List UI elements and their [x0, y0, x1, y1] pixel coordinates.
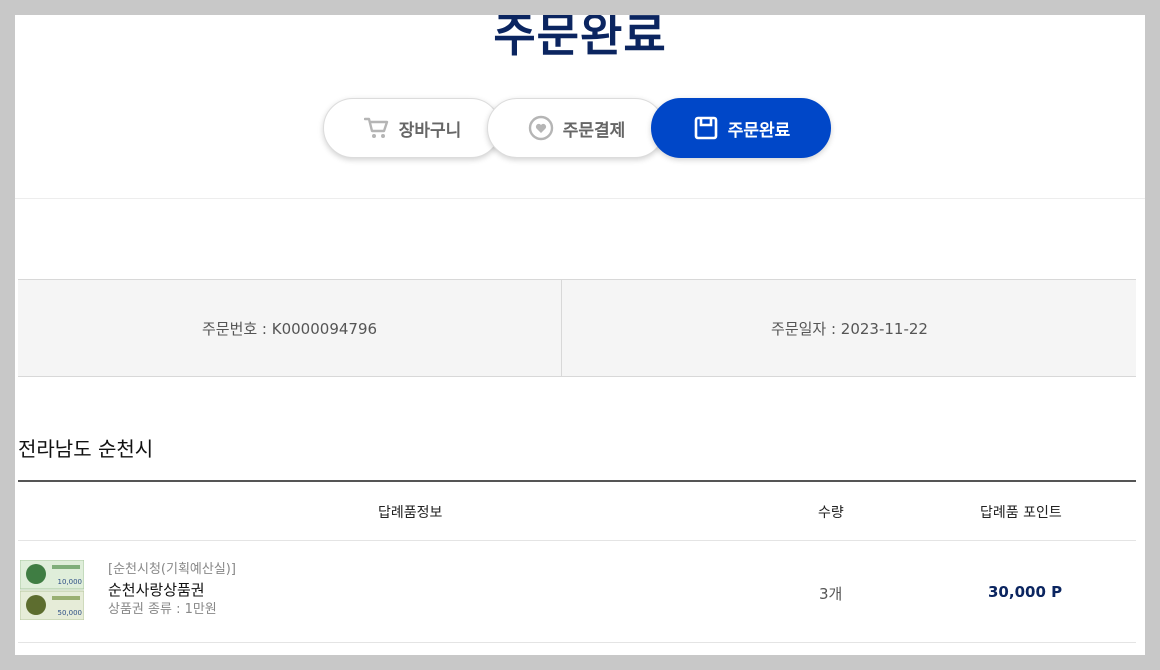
step-cart[interactable]: 장바구니 — [323, 98, 501, 158]
product-qty: 3개 — [819, 585, 843, 603]
header-band: 주문완료 장바구니 주문결제 주문완료 — [15, 15, 1145, 199]
column-header-point: 답례품 포인트 — [980, 505, 1062, 521]
product-name[interactable]: 순천사랑상품권 — [108, 579, 236, 601]
order-info-table: 주문번호 : K0000094796 주문일자 : 2023-11-22 — [18, 279, 1136, 377]
order-date: 주문일자 : 2023-11-22 — [771, 319, 928, 338]
order-number: 주문번호 : K0000094796 — [18, 280, 562, 376]
column-header-info: 답례품정보 — [378, 505, 443, 521]
order-steps: 장바구니 주문결제 주문완료 — [323, 98, 843, 158]
product-option: 상품권 종류 : 1만원 — [108, 602, 217, 617]
table-row: 10,000 50,000 [순천시청(기획예산실)] 순천사랑상품권 상품권 … — [18, 539, 1136, 643]
cart-icon — [363, 114, 391, 142]
product-table-header: 답례품정보 수량 답례품 포인트 — [18, 480, 1136, 541]
product-info: [순천시청(기획예산실)] 순천사랑상품권 상품권 종류 : 1만원 — [108, 561, 236, 619]
product-thumbnail[interactable]: 10,000 50,000 — [19, 559, 85, 621]
step-cart-label: 장바구니 — [398, 120, 462, 141]
heart-circle-icon — [527, 114, 555, 142]
page-title: 주문완료 — [493, 15, 667, 62]
column-header-qty: 수량 — [818, 505, 844, 521]
product-shop: [순천시청(기획예산실)] — [108, 562, 236, 577]
step-complete[interactable]: 주문완료 — [651, 98, 831, 158]
step-complete-label: 주문완료 — [727, 120, 791, 141]
thumb-top-value: 10,000 — [58, 578, 83, 586]
step-payment[interactable]: 주문결제 — [487, 98, 665, 158]
region-title: 전라남도 순천시 — [18, 437, 154, 461]
thumb-bottom-value: 50,000 — [58, 609, 83, 617]
save-icon — [692, 114, 720, 142]
page: 주문완료 장바구니 주문결제 주문완료 주문번호: K0000094796 주… — [15, 15, 1145, 655]
product-point: 30,000 P — [988, 583, 1063, 601]
step-payment-label: 주문결제 — [562, 120, 626, 141]
